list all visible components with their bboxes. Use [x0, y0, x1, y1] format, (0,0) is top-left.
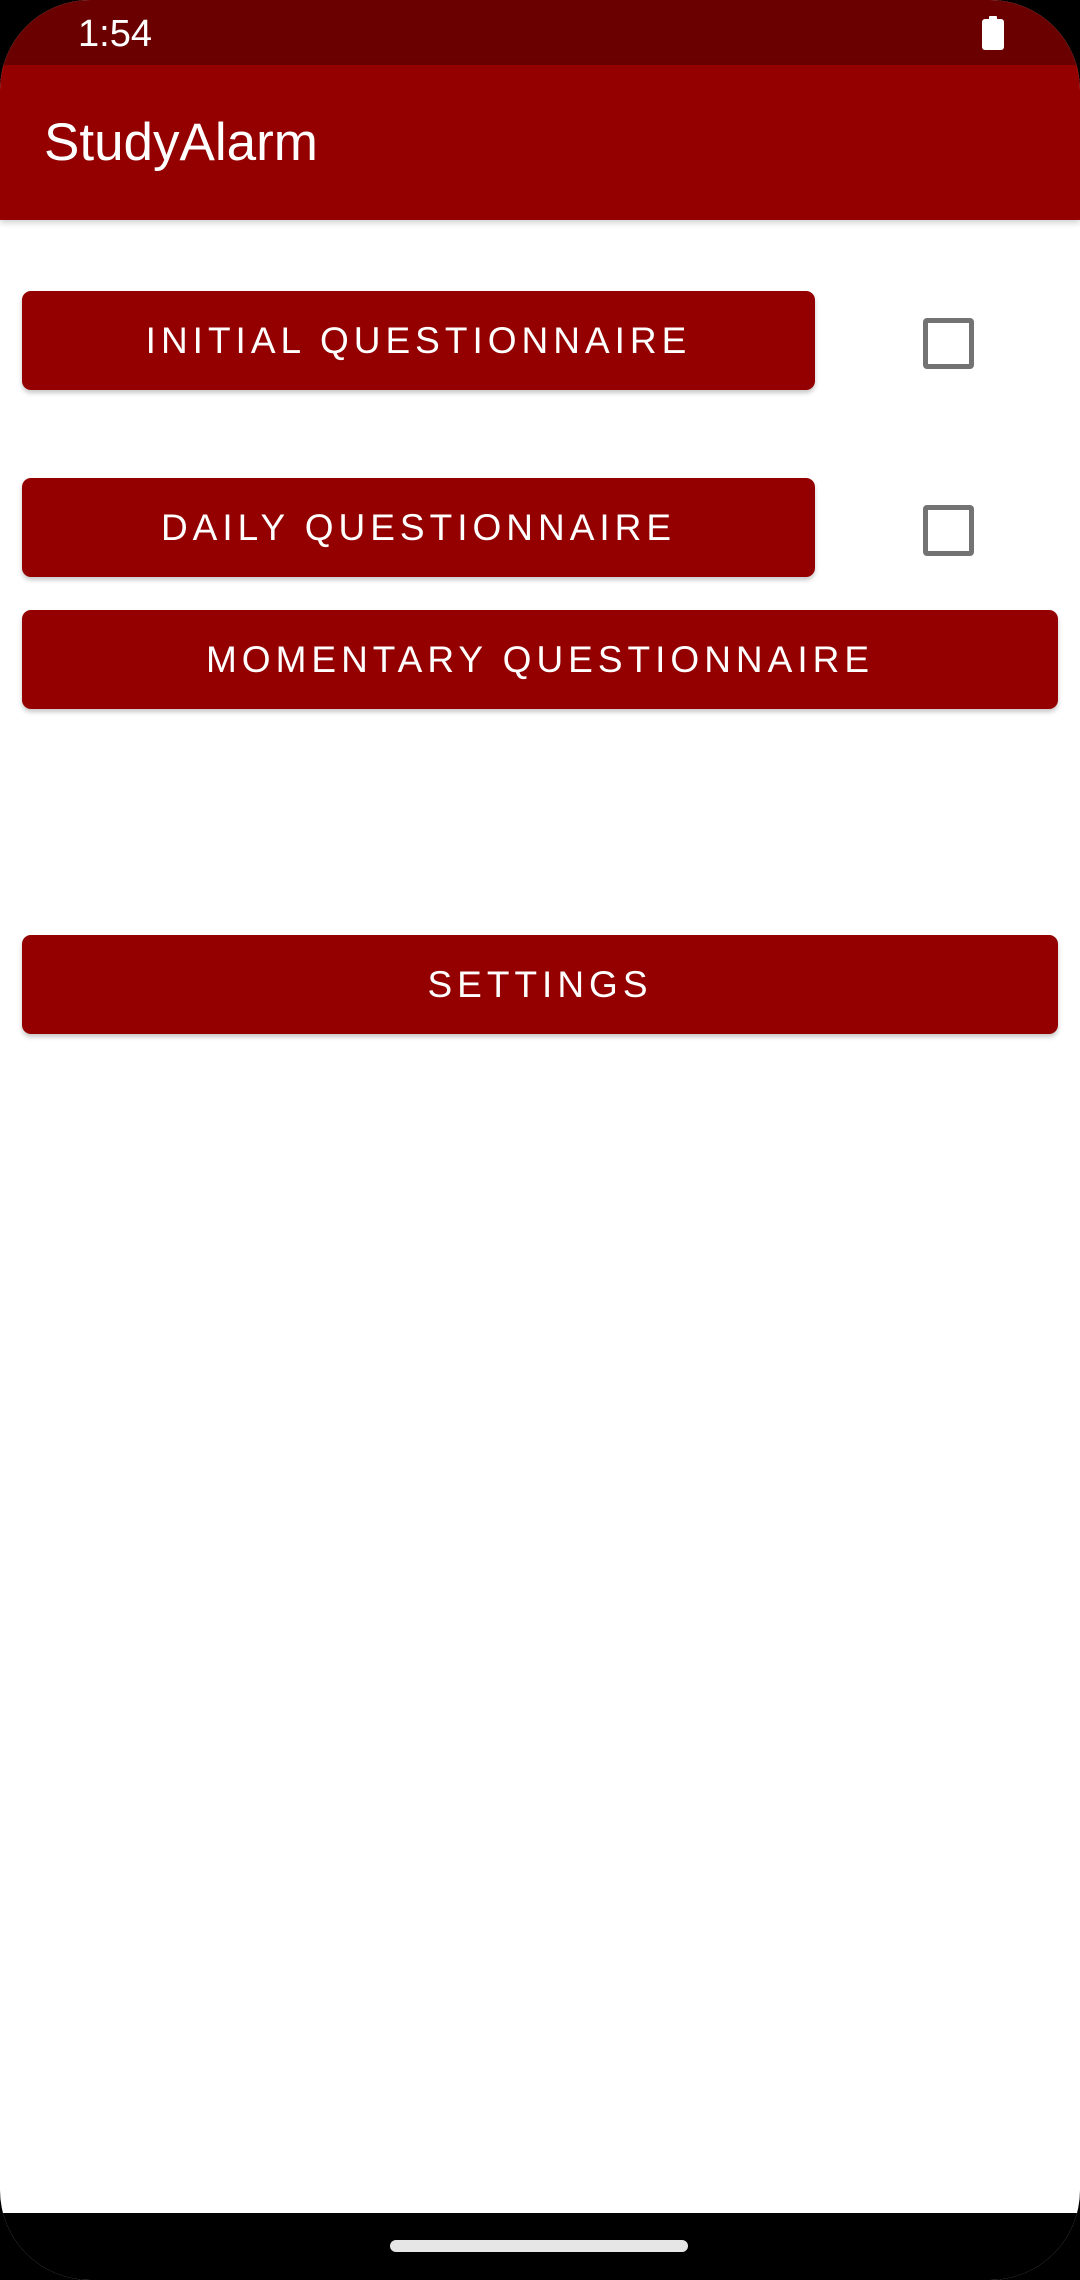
initial-questionnaire-button[interactable]: INITIAL QUESTIONNAIRE [22, 291, 815, 390]
momentary-questionnaire-button[interactable]: MOMENTARY QUESTIONNAIRE [22, 610, 1058, 709]
app-bar: StudyAlarm [0, 65, 1080, 220]
home-indicator[interactable] [390, 2240, 688, 2252]
daily-questionnaire-checkbox[interactable] [923, 505, 974, 556]
status-bar: 1:54 [0, 0, 1080, 65]
settings-button[interactable]: SETTINGS [22, 935, 1058, 1034]
app-screen: 1:54 StudyAlarm INITIAL QUESTIONNAIRE DA… [0, 0, 1080, 2280]
battery-full-icon [982, 16, 1004, 50]
settings-label: SETTINGS [427, 963, 653, 1005]
initial-questionnaire-checkbox[interactable] [923, 318, 974, 369]
status-time: 1:54 [78, 13, 152, 55]
daily-questionnaire-button[interactable]: DAILY QUESTIONNAIRE [22, 478, 815, 577]
momentary-questionnaire-label: MOMENTARY QUESTIONNAIRE [205, 638, 874, 680]
app-title: StudyAlarm [44, 113, 318, 172]
daily-questionnaire-label: DAILY QUESTIONNAIRE [160, 506, 677, 548]
initial-questionnaire-label: INITIAL QUESTIONNAIRE [145, 319, 692, 361]
